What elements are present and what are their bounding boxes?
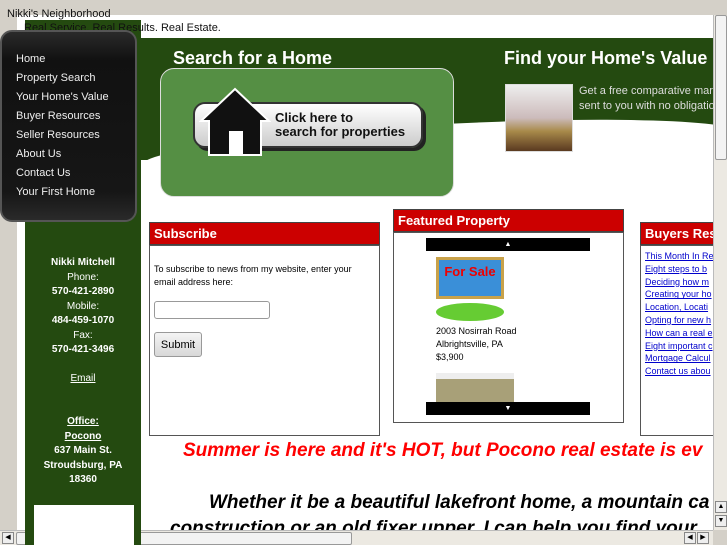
contact-info: Nikki Mitchell Phone: 570-421-2890 Mobil… [25, 256, 141, 488]
subscribe-box: To subscribe to news from my website, en… [149, 245, 380, 436]
property-price: $3,900 [436, 352, 464, 362]
scroll-down-button[interactable]: ▼ [426, 402, 590, 415]
buyers-link[interactable]: Deciding how m [645, 276, 714, 289]
menu-home[interactable]: Home [2, 50, 135, 69]
site-title: Nikki's Neighborhood [7, 8, 111, 20]
scroll-right-arrow-icon[interactable]: ▶ [697, 532, 709, 544]
menu-buyer-resources[interactable]: Buyer Resources [2, 107, 135, 126]
menu-seller-resources[interactable]: Seller Resources [2, 126, 135, 145]
buyers-box: This Month In Re Eight steps to b Decidi… [640, 245, 720, 436]
phone-label: Phone: [67, 271, 99, 283]
mobile-number: 484-459-1070 [51, 315, 115, 326]
property-city: Albrightsville, PA [436, 339, 503, 349]
menu-contact-us[interactable]: Contact Us [2, 164, 135, 183]
office-zip: 18360 [69, 474, 97, 485]
office-street: 637 Main St. [54, 445, 112, 456]
summer-headline: Summer is here and it's HOT, but Pocono … [183, 440, 703, 461]
for-sale-sign[interactable]: For Sale [436, 257, 504, 299]
subscribe-heading: Subscribe [149, 222, 380, 245]
scroll-left-arrow-icon[interactable]: ◀ [2, 532, 14, 544]
buyers-link[interactable]: Contact us abou [645, 365, 714, 378]
buyers-link[interactable]: Eight steps to b [645, 263, 714, 276]
fax-number: 570-421-3496 [51, 344, 115, 355]
buyers-link[interactable]: Eight important c [645, 340, 714, 353]
office-link[interactable]: Office: [67, 416, 99, 427]
scroll-up-button[interactable]: ▲ [426, 238, 590, 251]
buyers-link[interactable]: Creating your ho [645, 288, 714, 301]
mobile-label: Mobile: [66, 300, 100, 312]
buyers-link[interactable]: Opting for new h [645, 314, 714, 327]
button-line2: search for properties [275, 124, 406, 139]
property-address: 2003 Nosirrah Road [436, 326, 517, 336]
property-info: 2003 Nosirrah Road Albrightsville, PA $3… [436, 325, 517, 364]
fax-label: Fax: [73, 329, 93, 341]
buyers-link[interactable]: How can a real e [645, 327, 714, 340]
menu-home-value[interactable]: Your Home's Value [2, 88, 135, 107]
office-name-link[interactable]: Pocono [65, 431, 102, 442]
buyers-link[interactable]: Mortgage Calcul [645, 352, 714, 365]
phone-number: 570-421-2890 [51, 286, 115, 297]
email-input[interactable] [154, 301, 270, 319]
search-panel: Click here to search for properties [160, 68, 454, 197]
email-link[interactable]: Email [70, 373, 95, 384]
value-heading: Find your Home's Value [504, 48, 708, 68]
featured-heading: Featured Property [393, 209, 624, 232]
vertical-scroll-thumb[interactable] [715, 15, 727, 160]
submit-button[interactable]: Submit [154, 332, 202, 357]
subscribe-text: To subscribe to news from my website, en… [154, 264, 352, 287]
living-room-photo[interactable] [505, 84, 573, 152]
menu-first-home[interactable]: Your First Home [2, 183, 135, 202]
grass [436, 303, 504, 321]
scroll-up-arrow-icon[interactable]: ▲ [715, 501, 727, 513]
buyers-heading: Buyers Res [640, 222, 720, 245]
search-heading: Search for a Home [173, 48, 333, 68]
body-line1: Whether it be a beautiful lakefront home… [209, 492, 710, 513]
buyers-link[interactable]: This Month In Re [645, 250, 714, 263]
logo-image [34, 505, 134, 545]
office-city: Stroudsburg, PA [43, 459, 123, 471]
scroll-down-arrow-icon[interactable]: ▼ [715, 515, 727, 527]
scroll-left-arrow-icon[interactable]: ◀ [684, 532, 696, 544]
button-line1: Click here to [275, 110, 354, 125]
menu-about-us[interactable]: About Us [2, 145, 135, 164]
agent-name: Nikki Mitchell [51, 257, 115, 268]
featured-box: ▲ For Sale 2003 Nosirrah Road Albrightsv… [393, 232, 624, 423]
main-menu: Home Property Search Your Home's Value B… [0, 30, 137, 222]
vertical-scrollbar[interactable]: ▲ ▼ [713, 15, 727, 530]
house-photo[interactable] [436, 373, 514, 403]
menu-property-search[interactable]: Property Search [2, 69, 135, 88]
buyers-link[interactable]: Location, Locati [645, 301, 714, 314]
value-text: Get a free comparative mar sent to you wi… [579, 85, 715, 112]
house-icon [199, 87, 271, 156]
